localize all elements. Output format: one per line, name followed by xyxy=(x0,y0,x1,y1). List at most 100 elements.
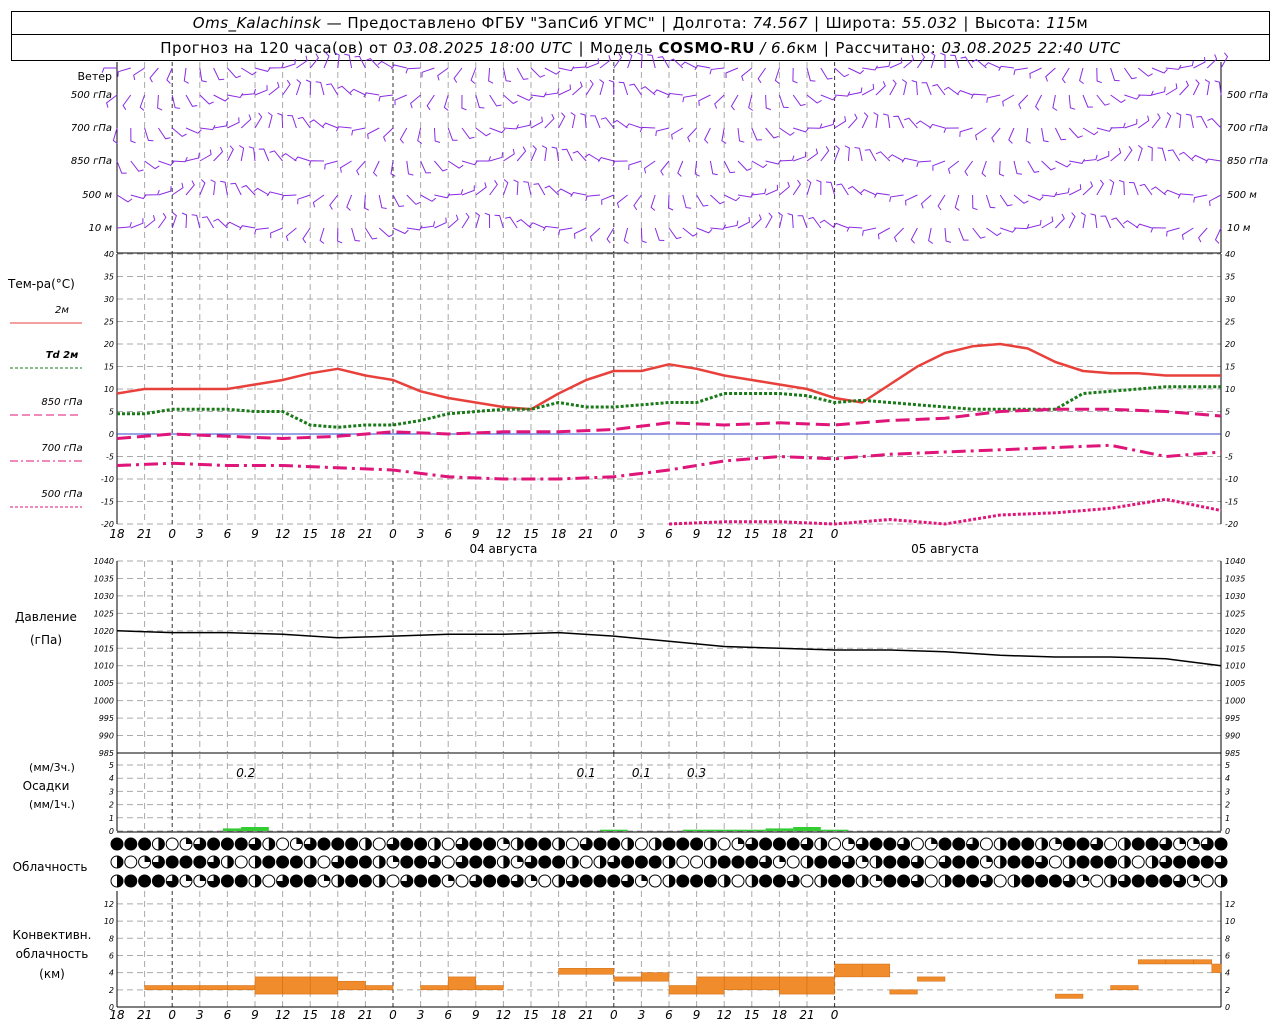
wind-barb xyxy=(820,119,835,129)
time-tick-label: 15 xyxy=(523,1008,538,1022)
wind-barb xyxy=(1147,145,1153,162)
y-tick-label-left: -10 xyxy=(101,475,114,484)
cloud-symbol xyxy=(910,837,924,851)
cloud-symbol xyxy=(924,855,938,869)
wind-barb xyxy=(558,112,566,129)
wind-barb xyxy=(558,227,573,236)
wind-barb xyxy=(944,227,952,243)
wind-barb xyxy=(426,94,435,111)
wind-barb xyxy=(308,160,325,166)
wind-barb xyxy=(834,145,840,162)
wind-barb xyxy=(315,81,325,96)
wind-barb xyxy=(1096,150,1110,162)
cloud-symbol-fill xyxy=(186,875,192,881)
wind-barb xyxy=(420,221,436,229)
cloud-symbol xyxy=(469,837,483,851)
wind-barb xyxy=(489,127,506,134)
wind-barb xyxy=(516,94,533,101)
wind-barb xyxy=(213,94,230,102)
cloud-symbol xyxy=(262,855,276,869)
precip-unit-3h: (мм/3ч.) xyxy=(29,761,75,774)
time-tick-label: 15 xyxy=(744,527,759,541)
wind-barb xyxy=(144,215,156,229)
wind-barb xyxy=(166,67,173,84)
wind-barb xyxy=(765,212,773,229)
wind-barb xyxy=(1013,194,1029,204)
y-tick-label-right: 1015 xyxy=(1225,644,1245,653)
cloud-symbol-fill xyxy=(848,838,855,844)
wind-barb xyxy=(489,180,498,196)
precip-annotation: 0.3 xyxy=(687,766,706,780)
cloud-symbol xyxy=(897,855,911,869)
time-tick-label: 21 xyxy=(137,1008,152,1022)
cloud-symbol xyxy=(358,874,372,888)
cloud-symbol xyxy=(552,855,566,869)
wind-barb xyxy=(816,179,822,196)
y-tick-label-left: 1035 xyxy=(94,574,114,583)
cloud-symbol xyxy=(772,837,786,851)
cloud-symbol xyxy=(745,855,759,869)
cloud-symbol xyxy=(524,837,538,851)
wind-barb xyxy=(1214,80,1222,96)
y-tick-label-right: 8 xyxy=(1225,934,1230,943)
time-tick-label: 0 xyxy=(389,527,397,541)
wind-barb xyxy=(1124,94,1141,100)
wind-barb xyxy=(873,112,879,129)
wind-barb xyxy=(655,127,670,137)
wind-barb xyxy=(806,148,819,162)
wind-barb xyxy=(281,152,297,162)
wind-barb xyxy=(1178,151,1194,162)
cloud-symbol-fill xyxy=(393,856,399,862)
cloud-symbol xyxy=(648,874,662,888)
y-tick-label-right: 0 xyxy=(1225,430,1230,439)
wind-barb xyxy=(703,127,711,144)
conv-cloud-bar xyxy=(447,976,477,991)
cloud-symbol-fill xyxy=(641,875,648,881)
time-tick-label: 6 xyxy=(224,527,232,541)
cloud-symbol xyxy=(979,837,993,851)
wind-barb xyxy=(294,156,311,162)
wind-barb xyxy=(954,194,960,211)
conv-cloud-bar xyxy=(917,976,946,982)
wind-barb xyxy=(433,127,441,143)
cloud-symbol-fill xyxy=(117,856,123,868)
cloud-symbol-fill xyxy=(1069,856,1076,868)
wind-barb xyxy=(367,127,380,140)
time-tick-label: 21 xyxy=(799,527,814,541)
precip-annotation: 0.1 xyxy=(632,766,651,780)
wind-barb xyxy=(213,146,224,162)
cloud-symbol xyxy=(289,874,303,888)
y-tick-label-right: 15 xyxy=(1225,363,1235,372)
temp-legend-label: Td 2м xyxy=(46,350,79,361)
wind-barb xyxy=(502,179,509,196)
cloud-symbol xyxy=(1007,855,1021,869)
y-tick-label-right: 1030 xyxy=(1225,592,1245,601)
cloud-symbol xyxy=(993,874,1007,888)
cloud-symbol-fill xyxy=(517,856,524,862)
cloud-symbol-fill xyxy=(1083,875,1089,881)
cloud-symbol xyxy=(841,874,855,888)
wind-barb xyxy=(210,179,216,196)
cloud-symbol xyxy=(1076,855,1090,869)
cloud-symbol-fill xyxy=(255,875,261,887)
cloud-symbol xyxy=(966,874,980,888)
wind-barb xyxy=(875,61,891,69)
wind-barb xyxy=(199,67,207,83)
wind-barb xyxy=(1052,94,1058,111)
cloud-symbol xyxy=(234,855,248,869)
y-tick-label-right: 20 xyxy=(1225,340,1235,349)
cloud-symbol xyxy=(966,855,980,869)
wind-barb xyxy=(130,160,144,172)
time-tick-label: 0 xyxy=(389,1008,397,1022)
wind-barb xyxy=(488,67,494,84)
y-tick-label-right: 30 xyxy=(1225,295,1235,304)
wind-barb xyxy=(787,213,794,229)
cloud-symbol-fill xyxy=(1014,875,1020,887)
wind-barb xyxy=(1128,182,1139,196)
time-tick-label: 18 xyxy=(772,527,788,541)
precip-panel-title: Осадки xyxy=(23,779,70,793)
conv-cloud-bar xyxy=(171,985,201,991)
wind-barb xyxy=(130,218,144,229)
wind-barb xyxy=(117,67,131,77)
wind-barb xyxy=(363,92,380,98)
